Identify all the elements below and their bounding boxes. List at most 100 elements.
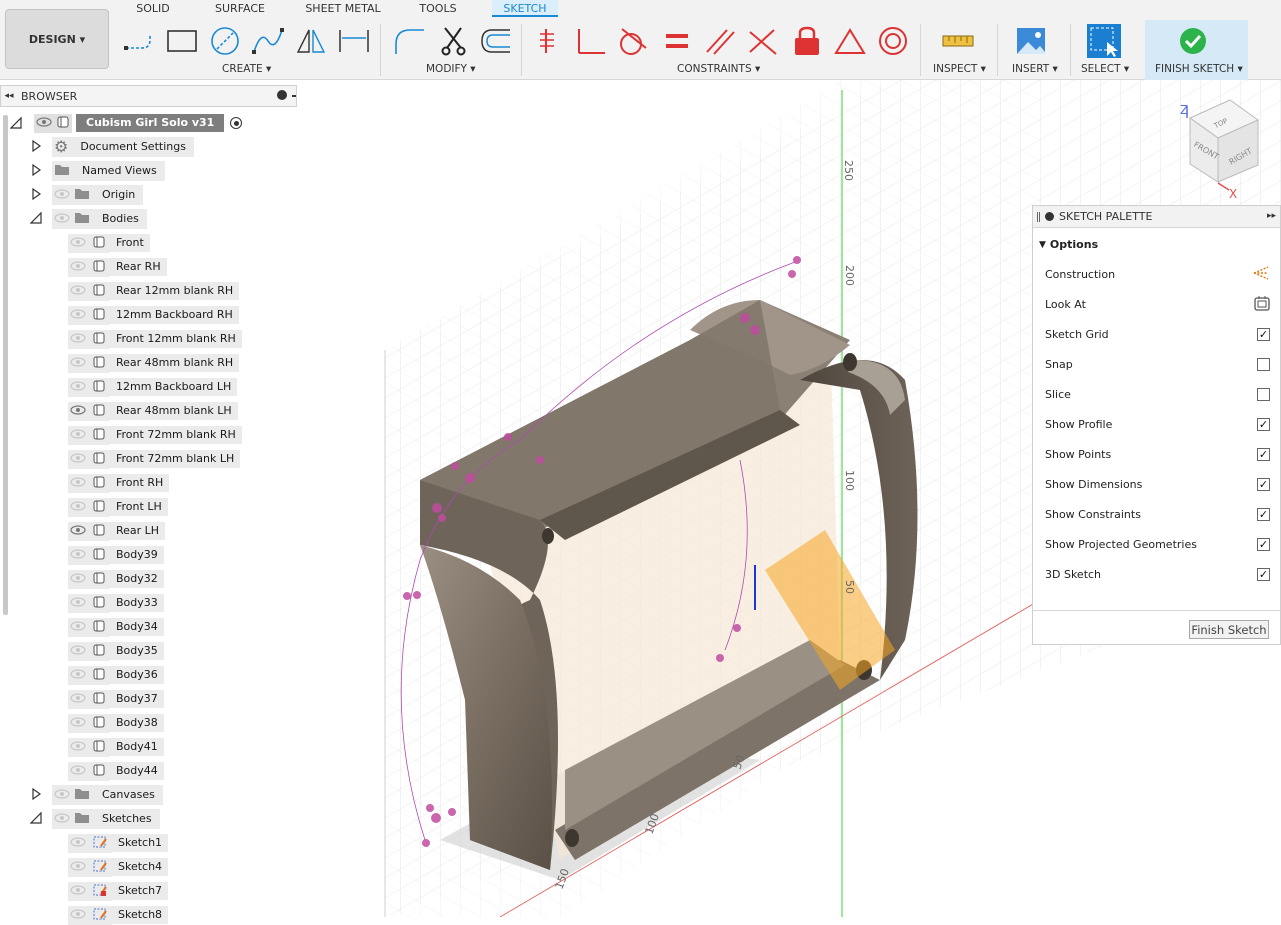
eye-icon[interactable] [68,497,88,517]
body-item[interactable]: 12mm Backboard RH [68,305,239,325]
option-checkbox[interactable]: ✓ [1257,537,1270,551]
browser-sketches[interactable]: Sketches [29,809,160,829]
body-item[interactable]: Body33 [68,593,164,613]
eye-icon[interactable] [68,233,88,253]
body-item[interactable]: Front [68,233,150,253]
palette-option-row[interactable]: Sketch Grid ✓ [1045,324,1270,344]
finish-sketch-check-icon[interactable] [1176,22,1210,60]
perpendicular-constraint-icon[interactable] [575,22,609,60]
create-menu[interactable]: CREATE ▾ [222,63,271,75]
option-checkbox[interactable] [1257,387,1270,401]
eye-icon[interactable] [54,812,70,827]
body-item[interactable]: Body41 [68,737,164,757]
collinear-constraint-icon[interactable] [746,22,780,60]
tab-sketch[interactable]: SKETCH [492,0,558,17]
expand-triangle-icon[interactable] [30,787,42,804]
select-menu[interactable]: SELECT ▾ [1081,63,1129,75]
palette-option-row[interactable]: Show Profile ✓ [1045,414,1270,434]
body-item[interactable]: Front 12mm blank RH [68,329,242,349]
line-tool-icon[interactable] [122,22,156,60]
finish-sketch-menu[interactable]: FINISH SKETCH ▾ [1155,63,1243,75]
eye-icon[interactable] [68,377,88,397]
select-icon[interactable] [1087,22,1121,60]
body-item[interactable]: Body36 [68,665,164,685]
collapse-triangle-icon[interactable] [29,811,42,828]
browser-named-views[interactable]: Named Views [30,161,165,181]
inspect-menu[interactable]: INSPECT ▾ [933,63,986,75]
body-item[interactable]: Body38 [68,713,164,733]
eye-icon[interactable] [68,761,88,781]
body-item[interactable]: Body32 [68,569,164,589]
eye-icon[interactable] [68,401,88,421]
sketch-item[interactable]: Sketch7 [68,881,169,901]
eye-icon[interactable] [68,593,88,613]
browser-scrollbar[interactable] [3,115,8,615]
option-checkbox[interactable]: ✓ [1257,327,1270,341]
options-section-header[interactable]: ▼ Options [1039,238,1098,251]
body-item[interactable]: Rear RH [68,257,167,277]
expand-triangle-icon[interactable] [30,139,42,156]
body-item[interactable]: Front LH [68,497,168,517]
concentric-constraint-icon[interactable] [876,22,910,60]
palette-minimize-icon[interactable] [1045,212,1054,221]
measure-icon[interactable] [941,22,975,60]
collapse-triangle-icon[interactable] [9,116,22,130]
tab-surface[interactable]: SURFACE [210,0,270,17]
eye-icon[interactable] [68,329,88,349]
tab-sheet-metal[interactable]: SHEET METAL [304,0,382,17]
active-radio-icon[interactable] [230,117,243,129]
option-checkbox[interactable]: ✓ [1257,477,1270,491]
eye-icon[interactable] [68,545,88,565]
body-item[interactable]: Body39 [68,545,164,565]
mirror-tool-icon[interactable] [294,22,328,60]
expand-triangle-icon[interactable] [30,187,42,204]
palette-option-row[interactable]: Construction [1045,264,1270,284]
eye-icon[interactable] [68,473,88,493]
circle-tool-icon[interactable] [208,22,242,60]
browser-root[interactable]: Cubism Girl Solo v31 [9,113,243,133]
sketch-item[interactable]: Sketch1 [68,833,169,853]
body-item[interactable]: Body44 [68,761,164,781]
eye-icon[interactable] [68,905,88,925]
fix-lock-icon[interactable] [790,22,824,60]
drag-handle-icon[interactable] [1037,211,1040,222]
eye-icon[interactable] [54,788,70,803]
eye-icon[interactable] [54,212,70,227]
tab-solid[interactable]: SOLID [132,0,174,17]
eye-icon[interactable] [68,569,88,589]
body-item[interactable]: 12mm Backboard LH [68,377,238,397]
palette-option-row[interactable]: Show Projected Geometries ✓ [1045,534,1270,554]
design-workspace-button[interactable]: DESIGN ▾ [5,9,109,69]
body-item[interactable]: Body35 [68,641,164,661]
eye-icon[interactable] [68,617,88,637]
eye-icon[interactable] [68,857,88,877]
eye-icon[interactable] [68,641,88,661]
coincident-constraint-icon[interactable] [532,22,566,60]
rectangle-tool-icon[interactable] [165,22,199,60]
look-at-icon[interactable] [1254,295,1270,314]
body-item[interactable]: Rear 12mm blank RH [68,281,240,301]
browser-origin[interactable]: Origin [30,185,144,205]
option-checkbox[interactable]: ✓ [1257,507,1270,521]
option-checkbox[interactable]: ✓ [1257,567,1270,581]
eye-icon[interactable] [68,881,88,901]
eye-icon[interactable] [68,737,88,757]
parallel-constraint-icon[interactable] [703,22,737,60]
palette-option-row[interactable]: Show Constraints ✓ [1045,504,1270,524]
eye-icon[interactable] [68,689,88,709]
tangent-constraint-icon[interactable] [616,22,650,60]
modify-menu[interactable]: MODIFY ▾ [426,63,476,75]
body-item[interactable]: Front 72mm blank LH [68,449,241,469]
dimension-tool-icon[interactable] [337,22,371,60]
collapse-panel-icon[interactable]: ◂◂ [1,91,17,101]
browser-bodies[interactable]: Bodies [29,209,147,229]
body-item[interactable]: Front RH [68,473,170,493]
trim-tool-icon[interactable] [437,22,471,60]
eye-icon[interactable] [68,713,88,733]
offset-tool-icon[interactable] [478,22,512,60]
body-item[interactable]: Rear 48mm blank LH [68,401,238,421]
option-checkbox[interactable]: ✓ [1257,447,1270,461]
fillet-tool-icon[interactable] [392,22,426,60]
sketch-item[interactable]: Sketch4 [68,857,169,877]
palette-option-row[interactable]: Look At [1045,294,1270,314]
